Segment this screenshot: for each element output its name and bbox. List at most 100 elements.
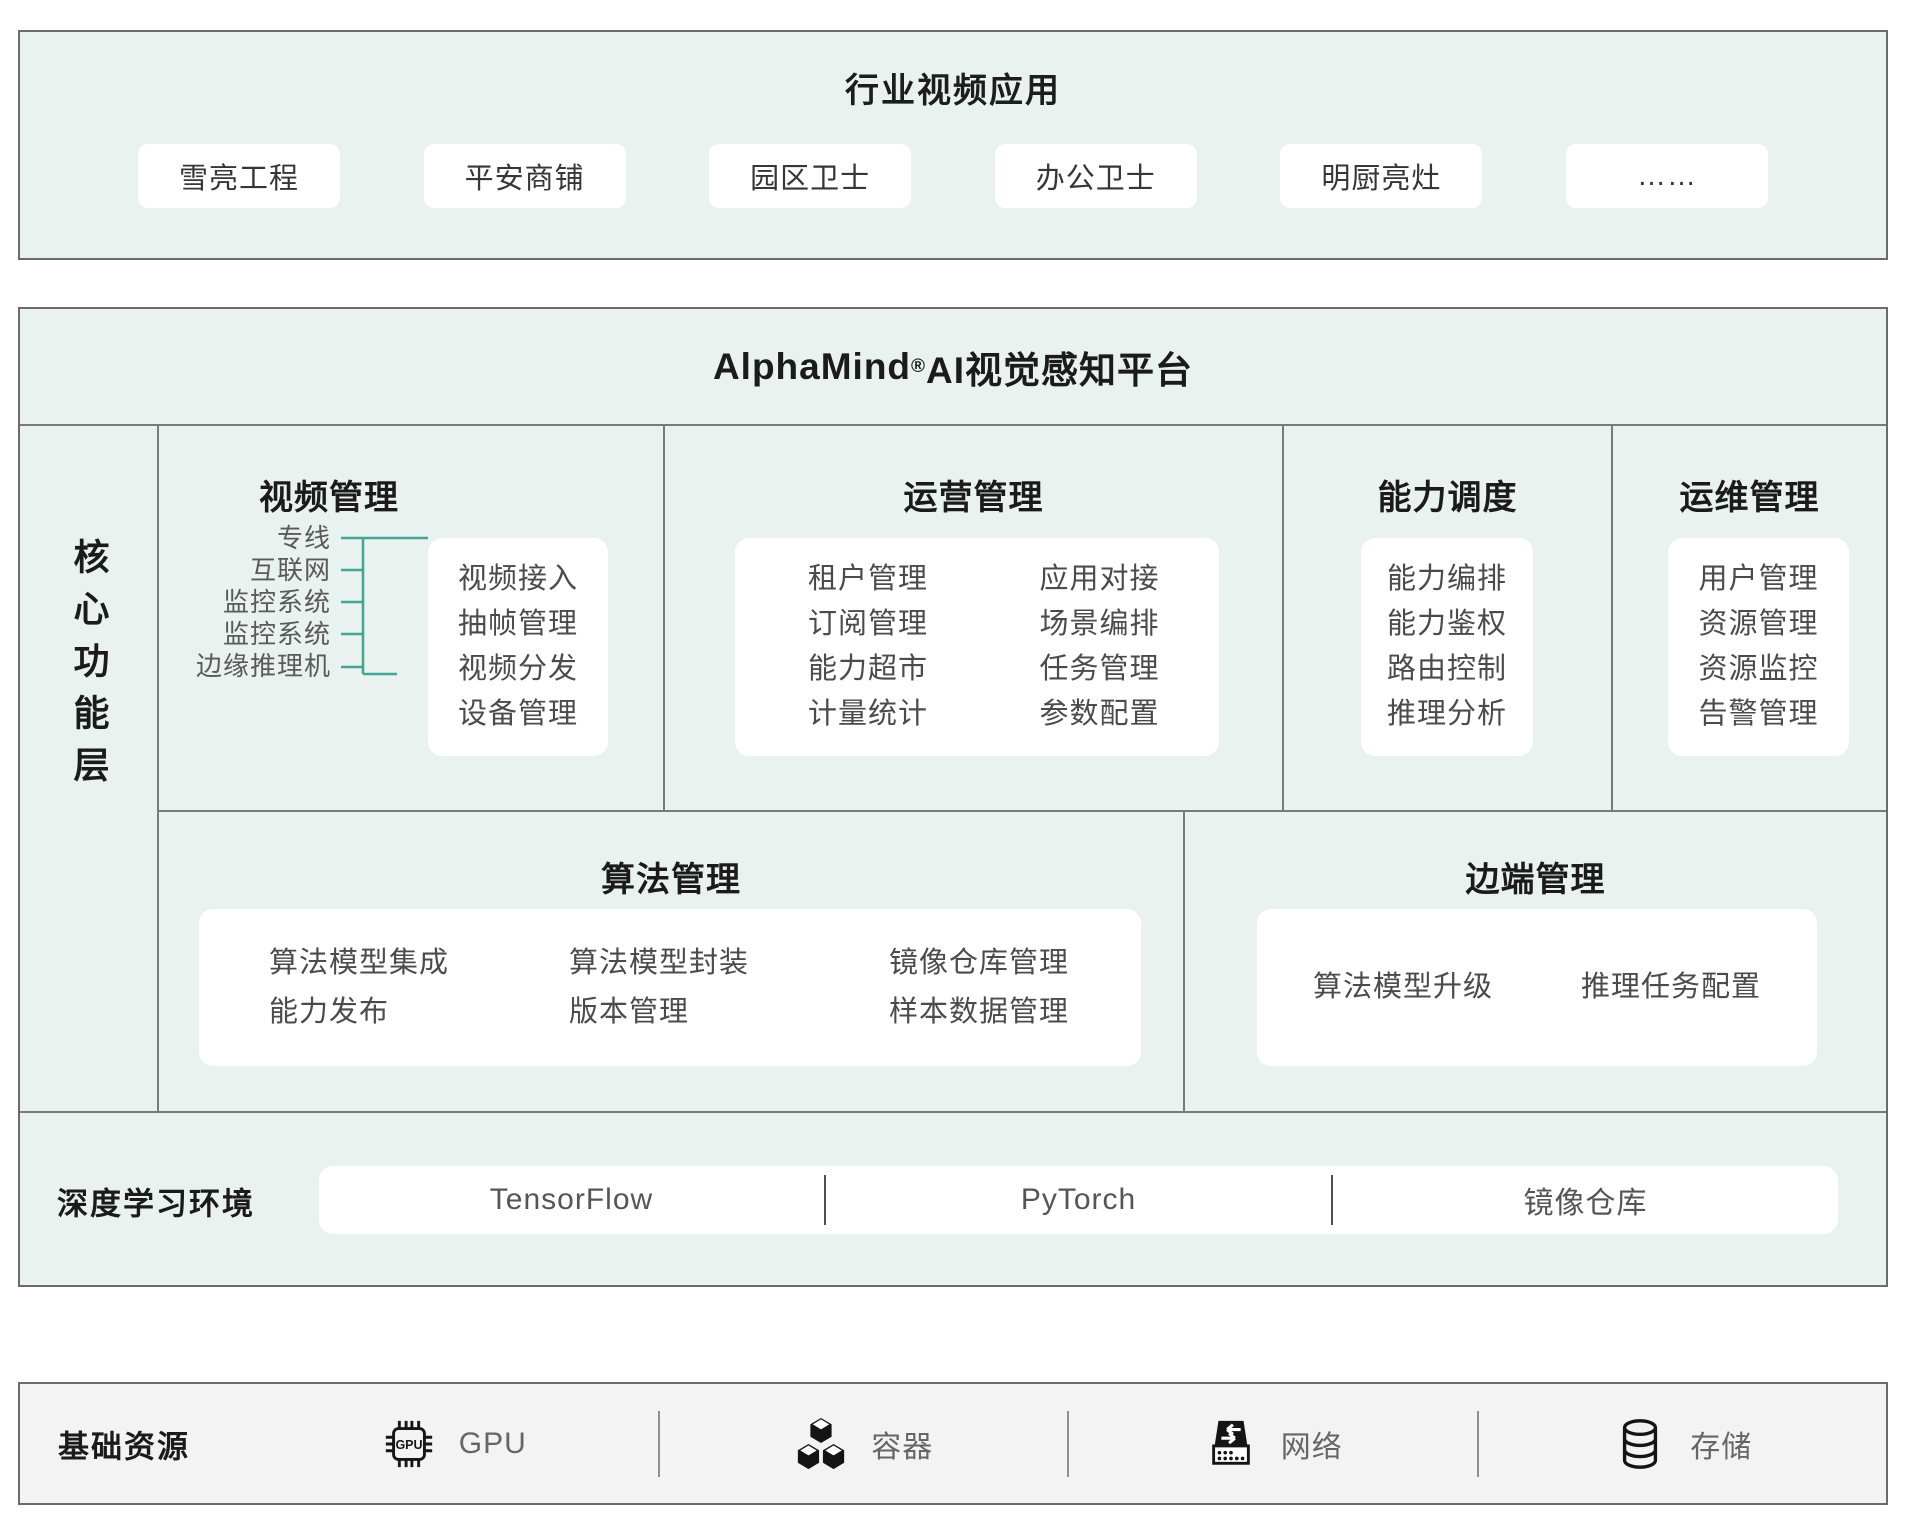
deep-learning-label: 深度学习环境 (57, 1179, 255, 1224)
infra-item-label: GPU (459, 1427, 527, 1461)
function-item: 设备管理 (458, 699, 578, 730)
om-functions-box: 用户管理 资源管理 资源监控 告警管理 (1668, 538, 1849, 756)
video-source: 监控系统 (159, 618, 331, 650)
function-item: 算法模型封装 (569, 948, 889, 979)
video-source-labels: 专线 互联网 监控系统 监控系统 边缘推理机 (159, 522, 335, 682)
function-item: 推理分析 (1387, 699, 1507, 730)
function-item: 计量统计 (808, 699, 988, 730)
platform-panel: AlphaMind® AI视觉感知平台 核心功能层 视频管理 专线 互联网 监控… (18, 307, 1888, 1287)
function-item: 版本管理 (569, 997, 889, 1028)
function-item: 任务管理 (1040, 654, 1220, 685)
infra-item-storage: 存储 (1479, 1384, 1887, 1503)
app-chip: 办公卫士 (995, 144, 1197, 208)
function-item: 资源监控 (1698, 654, 1818, 685)
video-source: 专线 (159, 522, 331, 554)
video-source: 互联网 (159, 554, 331, 586)
infra-item-network: 网络 (1069, 1384, 1477, 1503)
algorithm-functions-box: 算法模型集成 算法模型封装 镜像仓库管理 能力发布 版本管理 样本数据管理 (199, 909, 1141, 1066)
platform-brand: AlphaMind (713, 346, 911, 388)
video-functions-box: 视频接入 抽帧管理 视频分发 设备管理 (428, 538, 608, 756)
function-item: 能力鉴权 (1387, 609, 1507, 640)
section-title: 边端管理 (1185, 852, 1886, 901)
core-layer-sidebar: 核心功能层 (20, 426, 159, 1111)
function-item: 算法模型升级 (1313, 972, 1493, 1003)
section-operation-management: 运营管理 租户管理 订阅管理 能力超市 计量统计 应用对接 场景编排 (665, 426, 1284, 810)
platform-title: AlphaMind® AI视觉感知平台 (20, 309, 1886, 426)
function-item: 参数配置 (1040, 699, 1220, 730)
section-algorithm-management: 算法管理 算法模型集成 算法模型封装 镜像仓库管理 能力发布 版本管理 样本数据… (159, 812, 1185, 1111)
infra-item-label: 容器 (871, 1422, 933, 1466)
industry-apps-row: 雪亮工程 平安商铺 园区卫士 办公卫士 明厨亮灶 …… (20, 144, 1886, 208)
dl-env-item: 镜像仓库 (1333, 1178, 1838, 1222)
platform-title-suffix: AI视觉感知平台 (926, 340, 1193, 394)
container-cubes-icon (793, 1416, 849, 1472)
infra-resources: GPU GPU (250, 1384, 1886, 1503)
section-om-management: 运维管理 用户管理 资源管理 资源监控 告警管理 (1613, 426, 1886, 810)
network-switch-icon (1203, 1416, 1259, 1472)
section-video-management: 视频管理 专线 互联网 监控系统 监控系统 边缘推理机 (159, 426, 665, 810)
video-source-connector-lines (335, 516, 435, 688)
deep-learning-pill: TensorFlow PyTorch 镜像仓库 (319, 1166, 1838, 1234)
section-title: 运营管理 (665, 470, 1282, 519)
video-source: 监控系统 (159, 586, 331, 618)
function-item: 资源管理 (1698, 609, 1818, 640)
function-item: 应用对接 (1040, 564, 1220, 595)
dl-env-item: TensorFlow (319, 1183, 824, 1217)
function-item: 场景编排 (1040, 609, 1220, 640)
function-row-2: 算法管理 算法模型集成 算法模型封装 镜像仓库管理 能力发布 版本管理 样本数据… (159, 810, 1886, 1111)
industry-apps-title: 行业视频应用 (20, 74, 1886, 108)
section-title: 算法管理 (159, 852, 1183, 901)
function-item: 抽帧管理 (458, 609, 578, 640)
section-title: 运维管理 (1613, 470, 1886, 519)
deep-learning-row: 深度学习环境 TensorFlow PyTorch 镜像仓库 (20, 1111, 1886, 1289)
function-item: 路由控制 (1387, 654, 1507, 685)
function-item: 推理任务配置 (1581, 972, 1761, 1003)
app-chip: 明厨亮灶 (1280, 144, 1482, 208)
app-chip: 园区卫士 (709, 144, 911, 208)
function-item: 视频分发 (458, 654, 578, 685)
operation-column-1: 租户管理 订阅管理 能力超市 计量统计 (735, 538, 988, 756)
core-layer-label: 核心功能层 (63, 538, 115, 798)
core-layer-content: 视频管理 专线 互联网 监控系统 监控系统 边缘推理机 (159, 426, 1886, 1111)
infra-panel: 基础资源 GPU GPU (18, 1382, 1888, 1505)
capability-functions-box: 能力编排 能力鉴权 路由控制 推理分析 (1361, 538, 1533, 756)
storage-database-icon (1612, 1416, 1668, 1472)
section-title: 能力调度 (1284, 470, 1611, 519)
function-item: 视频接入 (458, 564, 578, 595)
operation-functions-box: 租户管理 订阅管理 能力超市 计量统计 应用对接 场景编排 任务管理 参数配置 (735, 538, 1219, 756)
core-function-layer: 核心功能层 视频管理 专线 互联网 监控系统 监控系统 边缘推理机 (20, 426, 1886, 1111)
function-item: 算法模型集成 (269, 948, 569, 979)
function-item: 订阅管理 (808, 609, 988, 640)
function-item: 能力超市 (808, 654, 988, 685)
dl-env-item: PyTorch (826, 1183, 1331, 1217)
function-item: 租户管理 (808, 564, 988, 595)
app-chip: 平安商铺 (424, 144, 626, 208)
function-item: 能力编排 (1387, 564, 1507, 595)
registered-mark: ® (911, 356, 926, 378)
section-title: 视频管理 (159, 470, 499, 519)
function-item: 样本数据管理 (889, 997, 1069, 1028)
algorithm-row: 算法模型集成 算法模型封装 镜像仓库管理 (269, 948, 1141, 979)
algorithm-row: 能力发布 版本管理 样本数据管理 (269, 997, 1141, 1028)
function-row-1: 视频管理 专线 互联网 监控系统 监控系统 边缘推理机 (159, 426, 1886, 810)
gpu-chip-icon: GPU (381, 1416, 437, 1472)
infra-label: 基础资源 (58, 1421, 190, 1466)
function-item: 镜像仓库管理 (889, 948, 1069, 979)
svg-text:GPU: GPU (395, 1437, 422, 1451)
section-capability-scheduling: 能力调度 能力编排 能力鉴权 路由控制 推理分析 (1284, 426, 1613, 810)
app-chip-ellipsis: …… (1566, 144, 1768, 208)
infra-item-container: 容器 (660, 1384, 1068, 1503)
industry-apps-panel: 行业视频应用 雪亮工程 平安商铺 园区卫士 办公卫士 明厨亮灶 …… (18, 30, 1888, 260)
architecture-diagram: 行业视频应用 雪亮工程 平安商铺 园区卫士 办公卫士 明厨亮灶 …… Alpha… (0, 0, 1920, 1522)
operation-column-2: 应用对接 场景编排 任务管理 参数配置 (988, 538, 1220, 756)
infra-item-label: 存储 (1690, 1422, 1752, 1466)
app-chip: 雪亮工程 (138, 144, 340, 208)
video-source: 边缘推理机 (159, 650, 331, 682)
function-item: 能力发布 (269, 997, 569, 1028)
section-edge-management: 边端管理 算法模型升级 推理任务配置 (1185, 812, 1886, 1111)
function-item: 用户管理 (1698, 564, 1818, 595)
function-item: 告警管理 (1698, 699, 1818, 730)
infra-item-label: 网络 (1281, 1422, 1343, 1466)
edge-functions-box: 算法模型升级 推理任务配置 (1257, 909, 1817, 1066)
infra-item-gpu: GPU GPU (250, 1384, 658, 1503)
